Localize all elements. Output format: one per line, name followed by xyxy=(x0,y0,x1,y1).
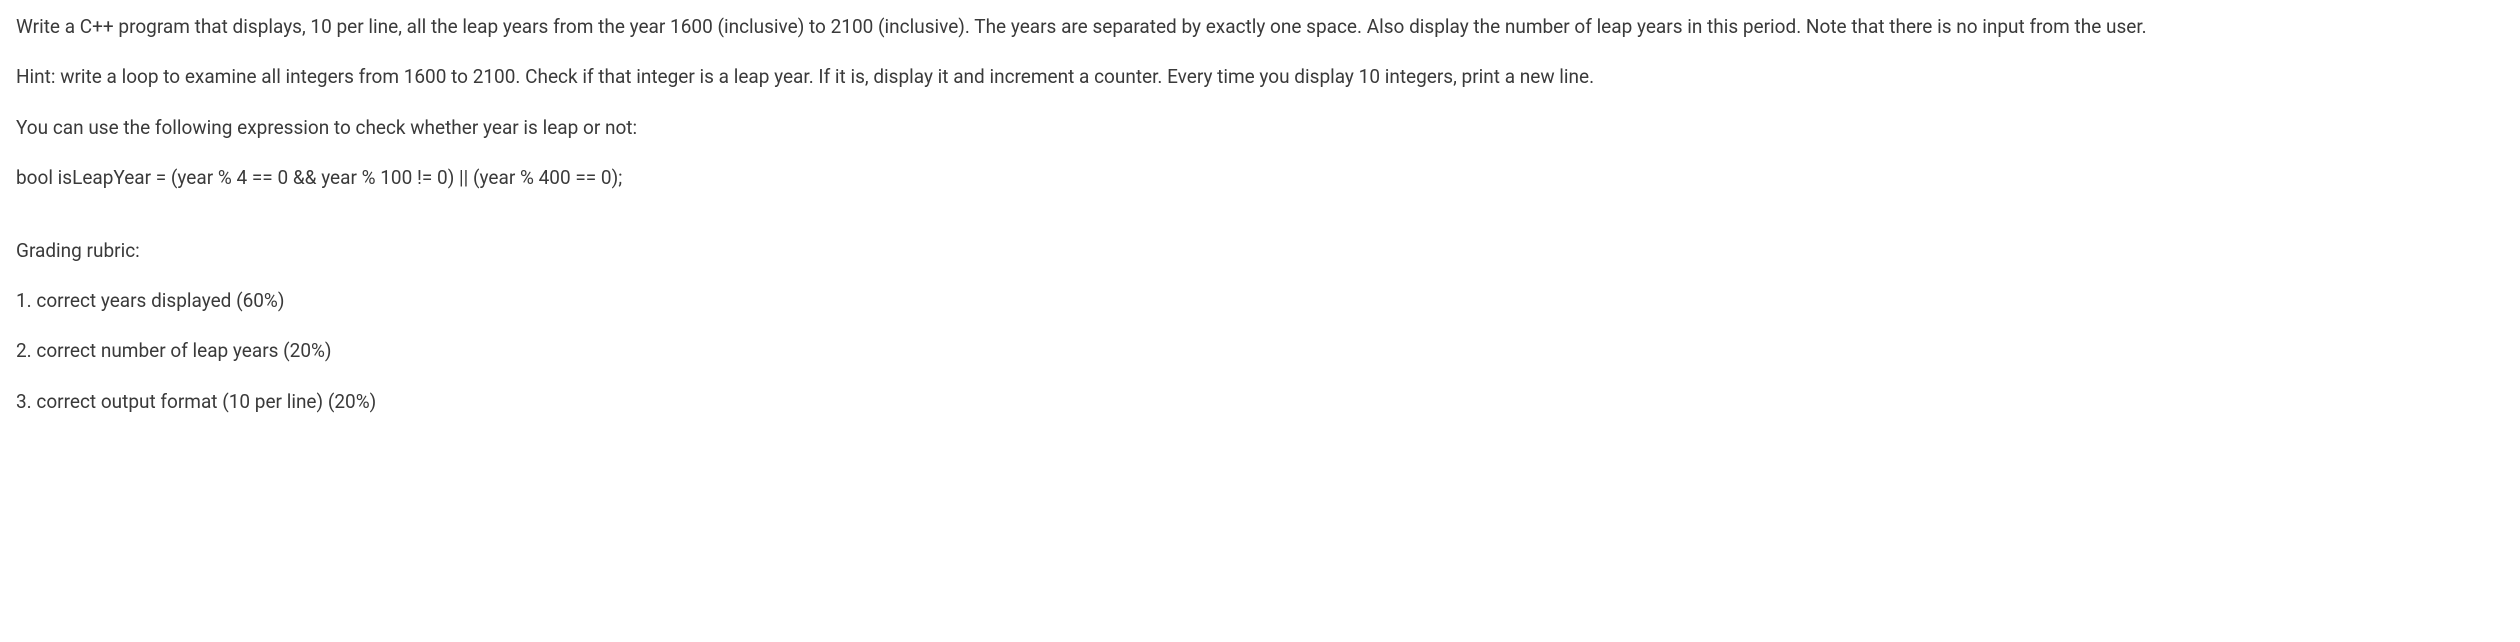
rubric-item-1: 1. correct years displayed (60%) xyxy=(16,286,2504,316)
rubric-heading: Grading rubric: xyxy=(16,236,2504,266)
hint-text: Hint: write a loop to examine all intege… xyxy=(16,62,2504,92)
problem-statement: Write a C++ program that displays, 10 pe… xyxy=(16,12,2504,42)
rubric-item-2: 2. correct number of leap years (20%) xyxy=(16,336,2504,366)
expression-intro: You can use the following expression to … xyxy=(16,113,2504,143)
section-spacer xyxy=(16,214,2504,236)
rubric-item-3: 3. correct output format (10 per line) (… xyxy=(16,387,2504,417)
code-expression: bool isLeapYear = (year % 4 == 0 && year… xyxy=(16,163,2504,193)
